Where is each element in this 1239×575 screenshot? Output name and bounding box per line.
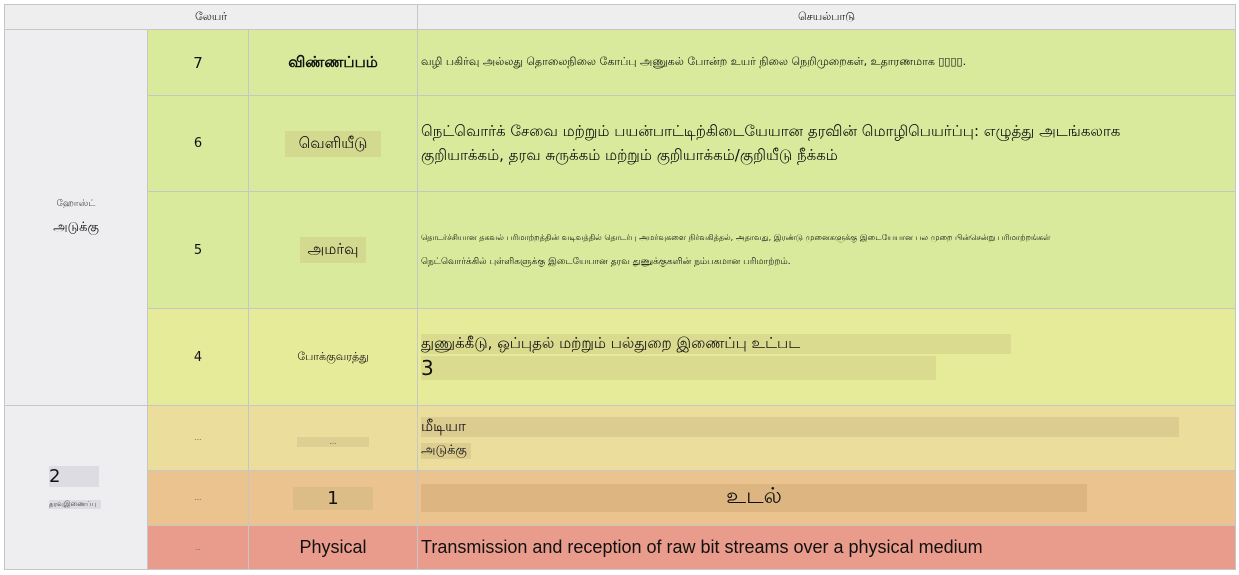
table-row: .. Physical Transmission and reception o… [5, 525, 1237, 570]
layer-number: 5 [147, 191, 249, 309]
media-stack-number: 2 [49, 465, 99, 487]
media-stack-label: தரவுஇணைப்பு [49, 499, 101, 509]
layer-description-line2: அடுக்கு [421, 443, 471, 459]
layer-description: Transmission and reception of raw bit st… [417, 525, 1237, 570]
layer-name-cell: அமர்வு [247, 191, 419, 309]
layer-number: 4 [147, 308, 249, 406]
layer-description: உடல் [421, 484, 1088, 512]
table-row: 4 போக்குவரத்து துணுக்கீடு, ஒப்புதல் மற்ற… [5, 308, 1237, 406]
layer-number: .. [147, 525, 249, 570]
table-row: ஹோஸ்ட் அடுக்கு 7 விண்ணப்பம் வழி பகிர்வு … [4, 29, 1237, 406]
layer-name-cell: 1 [247, 470, 419, 526]
layer-description-cell: மீடியா அடுக்கு [417, 405, 1237, 471]
layer-name: அமர்வு [299, 237, 367, 263]
layer-description-line1: துணுக்கீடு, ஒப்புதல் மற்றும் பல்துறை இணை… [421, 334, 1012, 354]
table-row: 5 அமர்வு தொடர்ச்சியான தகவல் பரிமாற்றத்தி… [5, 191, 1237, 309]
layer-name: Physical [247, 525, 419, 570]
layer-description-line2: நெட்வொர்க்கில் புள்ளிகளுக்கு இடையேயான தர… [421, 256, 791, 267]
layer-name: 1 [293, 486, 374, 510]
layer-description-line1: மீடியா [421, 417, 1180, 437]
layer-name: ... [297, 436, 370, 447]
layer-name: விண்ணப்பம் [247, 29, 419, 96]
function-header: செயல்பாடு [417, 4, 1237, 30]
layer-number: ... [147, 405, 249, 471]
table-row: ... 1 உடல் [5, 470, 1237, 526]
table-row: 6 வெளியீடு நெட்வொர்க் சேவை மற்றும் பயன்ப… [5, 95, 1237, 192]
media-stack-cell: 2 தரவுஇணைப்பு [4, 405, 148, 570]
layer-description-cell: நெட்வொர்க் சேவை மற்றும் பயன்பாட்டிற்கிடை… [417, 95, 1237, 192]
layer-number: 6 [147, 95, 249, 192]
host-stack-line2: அடுக்கு [53, 220, 99, 235]
layer-name: போக்குவரத்து [247, 308, 419, 406]
layer-name: வெளியீடு [284, 130, 382, 157]
host-stack-cell: ஹோஸ்ட் அடுக்கு [4, 29, 148, 406]
layer-description-cell: துணுக்கீடு, ஒப்புதல் மற்றும் பல்துறை இணை… [417, 308, 1237, 406]
layer-description-cell: உடல் [417, 470, 1237, 526]
layer-number: 7 [147, 29, 249, 96]
layer-description-line2: 3 [421, 356, 937, 380]
header-row: லேயர் செயல்பாடு [3, 4, 1237, 30]
layer-description-line1: நெட்வொர்க் சேவை மற்றும் பயன்பாட்டிற்கிடை… [421, 121, 1121, 140]
layer-description: வழி பகிர்வு அல்லது தொலைநிலை கோப்பு அணுகல… [417, 29, 1237, 96]
layer-description-line2: குறியாக்கம், தரவ சுருக்கம் மற்றும் குறிய… [421, 145, 838, 164]
layer-description-cell: தொடர்ச்சியான தகவல் பரிமாற்றத்தின் வடிவத்… [417, 191, 1237, 309]
osi-layer-table-wrapper: லேயர் செயல்பாடு ஹோஸ்ட் அடுக்கு 7 விண்ணப்… [3, 4, 1237, 570]
layer-header: லேயர் [3, 4, 419, 30]
layer-name-cell: ... [247, 405, 419, 471]
host-stack-line1: ஹோஸ்ட் [56, 199, 96, 209]
table-row: 2 தரவுஇணைப்பு ... ... மீடியா அடுக்கு [4, 405, 1237, 570]
layer-description-line1: தொடர்ச்சியான தகவல் பரிமாற்றத்தின் வடிவத்… [421, 232, 1051, 242]
layer-name-cell: வெளியீடு [247, 95, 419, 192]
layer-number: ... [147, 470, 249, 526]
osi-layer-table: லேயர் செயல்பாடு ஹோஸ்ட் அடுக்கு 7 விண்ணப்… [3, 4, 1237, 570]
